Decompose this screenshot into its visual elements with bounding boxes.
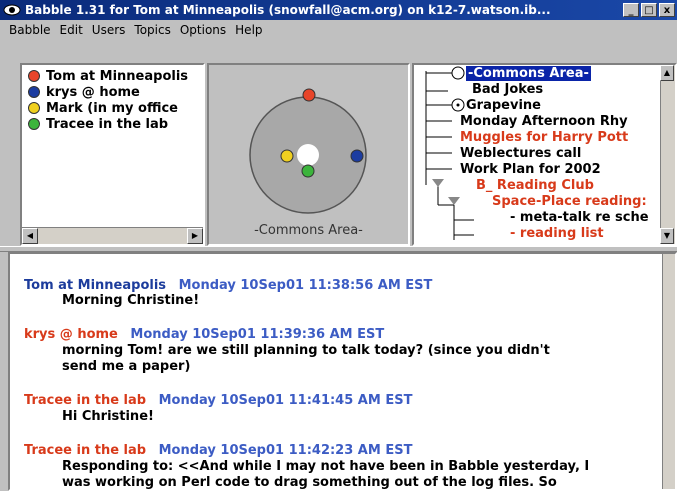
message-author: Tracee in the lab [24,443,147,458]
user-dot-mark [280,149,294,163]
message-timestamp: Monday 10Sep01 11:42:23 AM EST [158,443,413,458]
room-label: -Commons Area- [254,223,363,238]
menu-help[interactable]: Help [235,23,262,37]
user-list-scrollbar[interactable]: ◀ ▶ [22,227,203,244]
topic-item[interactable]: Bad Jokes [472,82,543,97]
message-header: krys @ home Monday 10Sep01 11:39:36 AM E… [24,327,384,342]
topic-item[interactable]: Weblectures call [460,146,581,161]
user-name: Tom at Minneapolis [46,68,189,84]
chat-scrollbar[interactable] [662,254,675,489]
menu-topics[interactable]: Topics [134,23,170,37]
user-color-dot [28,70,40,82]
topic-item[interactable]: Work Plan for 2002 [460,162,601,177]
menu-users[interactable]: Users [92,23,126,37]
user-color-dot [28,118,40,130]
minimize-button[interactable]: _ [623,3,639,17]
user-dot-krys [350,149,364,163]
user-name: krys @ home [46,84,140,100]
topic-item[interactable]: Grapevine [466,98,541,113]
topic-tree[interactable]: -Commons Area- Bad Jokes Grapevine Monda… [412,63,677,246]
scroll-left-button[interactable]: ◀ [22,228,38,244]
scroll-down-button[interactable]: ▼ [660,228,674,244]
menu-bar: Babble Edit Users Topics Options Help [0,20,677,40]
user-list[interactable]: Tom at Minneapolis krys @ home Mark (in … [20,63,205,246]
user-dot-tom [302,88,316,102]
close-button[interactable]: x [659,3,675,17]
scroll-up-button[interactable]: ▲ [660,65,674,81]
message-text: Responding to: <<And while I may not hav… [62,459,590,474]
message-text: send me a paper) [62,359,191,374]
topic-item[interactable]: Space-Place reading: [492,194,647,209]
message-text: Morning Christine! [62,293,200,308]
user-item[interactable]: Tracee in the lab [22,116,203,132]
menu-edit[interactable]: Edit [60,23,83,37]
user-name: Tracee in the lab [46,116,169,132]
toolbar-strip [0,40,677,63]
user-item[interactable]: Tom at Minneapolis [22,68,203,84]
room-circle-diagram [249,88,367,214]
message-timestamp: Monday 10Sep01 11:38:56 AM EST [178,278,433,293]
message-text: Hi Christine! [62,409,154,424]
topic-item[interactable]: - reading list [510,226,604,241]
user-item[interactable]: Mark (in my office [22,100,203,116]
topic-item[interactable]: - meta-talk re sche [510,210,649,225]
app-eye-icon [3,4,21,16]
maximize-button[interactable]: □ [641,3,657,17]
user-item[interactable]: krys @ home [22,84,203,100]
message-text: morning Tom! are we still planning to ta… [62,343,550,358]
user-dot-tracee [301,164,315,178]
topic-scrollbar[interactable]: ▲ ▼ [660,65,675,244]
scroll-right-button[interactable]: ▶ [187,228,203,244]
menu-options[interactable]: Options [180,23,226,37]
chat-log[interactable]: Tom at Minneapolis Monday 10Sep01 11:38:… [8,252,677,491]
message-timestamp: Monday 10Sep01 11:39:36 AM EST [130,327,385,342]
topic-item[interactable]: Monday Afternoon Rhy [460,114,628,129]
message-author: Tom at Minneapolis [24,278,167,293]
user-name: Mark (in my office [46,100,178,116]
window-title: Babble 1.31 for Tom at Minneapolis (snow… [25,3,551,17]
message-header: Tracee in the lab Monday 10Sep01 11:42:2… [24,443,412,458]
menu-babble[interactable]: Babble [9,23,51,37]
topic-item[interactable]: Muggles for Harry Pott [460,130,628,145]
message-timestamp: Monday 10Sep01 11:41:45 AM EST [158,393,413,408]
message-author: Tracee in the lab [24,393,147,408]
topic-item[interactable]: B_ Reading Club [476,178,594,193]
title-bar: Babble 1.31 for Tom at Minneapolis (snow… [0,0,677,20]
message-header: Tom at Minneapolis Monday 10Sep01 11:38:… [24,278,432,293]
message-header: Tracee in the lab Monday 10Sep01 11:41:4… [24,393,412,408]
topic-item-selected[interactable]: -Commons Area- [466,66,591,81]
message-text: was working on Perl code to drag somethi… [62,475,557,490]
room-view: -Commons Area- [207,63,410,246]
message-author: krys @ home [24,327,118,342]
user-color-dot [28,86,40,98]
user-color-dot [28,102,40,114]
